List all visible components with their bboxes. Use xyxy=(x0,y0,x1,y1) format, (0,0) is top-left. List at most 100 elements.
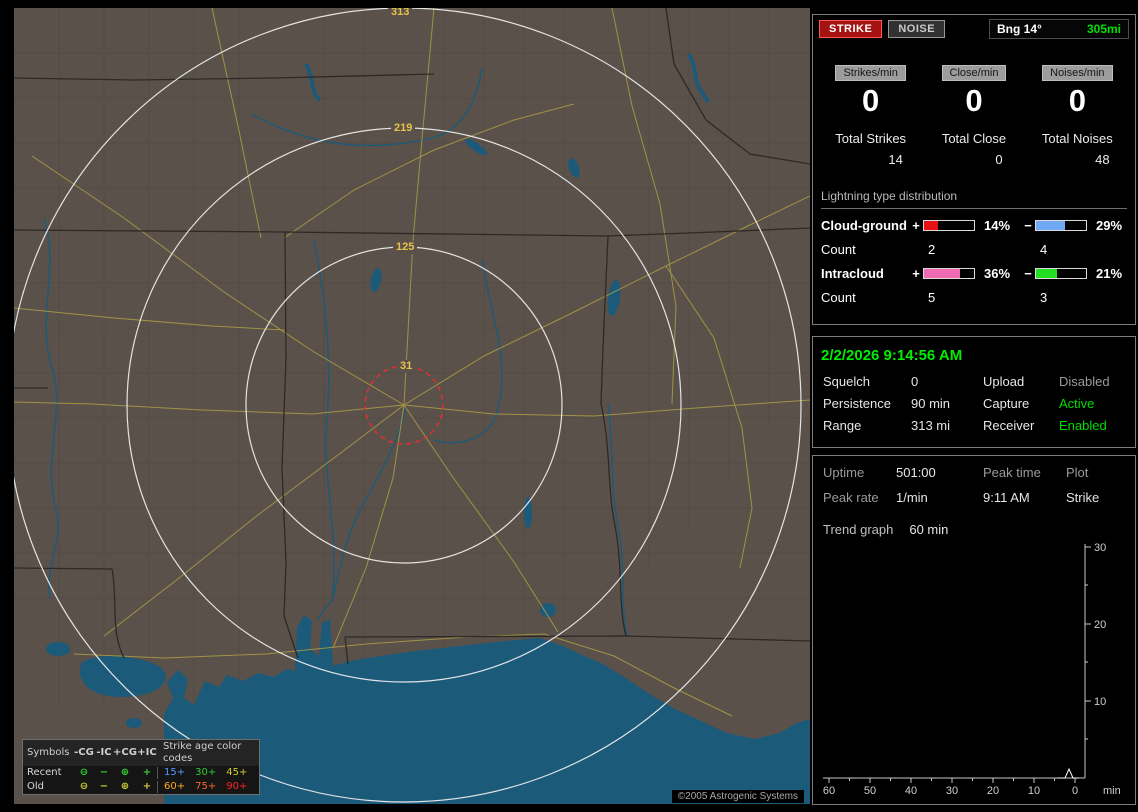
noises-per-min-value: 0 xyxy=(1068,83,1086,118)
age-60-label: 60+ xyxy=(164,781,186,792)
close-counter: Close/min 0 Total Close 0 xyxy=(922,63,1025,167)
noises-per-min-label: Noises/min xyxy=(1042,65,1113,81)
upload-label: Upload xyxy=(983,374,1025,389)
lightning-distribution-title: Lightning type distribution xyxy=(821,189,1127,209)
noise-button[interactable]: NOISE xyxy=(888,20,946,38)
counters: Strikes/min 0 Total Strikes 14 Close/min… xyxy=(819,63,1129,167)
bearing-distance: 305mi xyxy=(1086,22,1121,36)
mode-button-row: STRIKE NOISE Bng 14° 305mi xyxy=(819,19,1129,39)
strike-button[interactable]: STRIKE xyxy=(819,20,883,38)
range-ring-label-219: 219 xyxy=(391,122,416,135)
cloud-ground-positive-bar xyxy=(923,220,975,231)
age-15-label: 15+ xyxy=(164,767,186,778)
squelch-label: Squelch xyxy=(823,374,870,389)
noises-counter: Noises/min 0 Total Noises 48 xyxy=(1026,63,1129,167)
app-window: 313 219 125 31 Symbols -CG -IC +CG +IC S… xyxy=(0,0,1138,812)
range-ring-label-313: 313 xyxy=(388,8,413,19)
cloud-ground-row: Cloud-ground + 14% − 29% xyxy=(819,218,1129,233)
trend-x-tick-labels: 60 50 40 30 20 10 0 min xyxy=(823,785,1121,797)
y-tick-label: 10 xyxy=(1094,696,1106,708)
plus-sign: + xyxy=(912,218,920,233)
map-legend: Symbols -CG -IC +CG +IC Strike age color… xyxy=(22,739,260,795)
trend-graph-label: Trend graph xyxy=(823,522,894,537)
pos-ic-old-icon: + xyxy=(142,781,152,792)
trend-graph-window: 60 min xyxy=(909,522,949,537)
intracloud-row: Intracloud + 36% − 21% xyxy=(819,266,1129,281)
intracloud-label: Intracloud xyxy=(821,266,884,281)
count-label: Count xyxy=(821,242,856,257)
x-tick-label: 10 xyxy=(1028,785,1040,797)
total-noises-label: Total Noises xyxy=(1041,131,1113,146)
intracloud-count-row: Count 5 3 xyxy=(819,290,1129,305)
status-panel: 2/2/2026 9:14:56 AM Squelch 0 Upload Dis… xyxy=(812,336,1136,448)
total-strikes-value: 14 xyxy=(888,152,903,167)
legend-old-label: Old xyxy=(27,781,44,792)
total-strikes-label: Total Strikes xyxy=(835,131,907,146)
x-tick-label: 40 xyxy=(905,785,917,797)
cloud-ground-label: Cloud-ground xyxy=(821,218,907,233)
cloud-ground-negative-bar xyxy=(1035,220,1087,231)
stats-panel: STRIKE NOISE Bng 14° 305mi Strikes/min 0… xyxy=(812,14,1136,325)
status-grid: Squelch 0 Upload Disabled Persistence 90… xyxy=(813,374,1135,433)
uptime-value: 501:00 xyxy=(896,465,936,480)
side-panel: STRIKE NOISE Bng 14° 305mi Strikes/min 0… xyxy=(812,0,1136,812)
squelch-value: 0 xyxy=(911,374,919,389)
trend-panel: Uptime 501:00 Peak time Plot Peak rate 1… xyxy=(812,455,1136,805)
x-tick-label: 0 xyxy=(1072,785,1078,797)
legend-symbols-header: Symbols xyxy=(27,747,70,758)
cloud-ground-count-row: Count 2 4 xyxy=(819,242,1129,257)
peak-rate-value: 1/min xyxy=(896,490,928,505)
close-per-min-label: Close/min xyxy=(941,65,1007,81)
strikes-per-min-value: 0 xyxy=(862,83,880,118)
trend-graph-header: Trend graph 60 min xyxy=(813,505,1135,537)
peak-rate-label: Peak rate xyxy=(823,490,879,505)
pos-ic-recent-icon: + xyxy=(142,767,152,778)
neg-cg-old-icon: ⊖ xyxy=(79,781,89,792)
total-close-label: Total Close xyxy=(941,131,1007,146)
close-per-min-value: 0 xyxy=(965,83,983,118)
capture-status: Active xyxy=(1059,396,1095,411)
intracloud-negative-count: 3 xyxy=(1040,290,1048,305)
legend-recent-label: Recent xyxy=(27,767,62,778)
count-label: Count xyxy=(821,290,856,305)
neg-ic-recent-icon: − xyxy=(99,767,109,778)
peak-time-value: 9:11 AM xyxy=(983,490,1030,505)
age-30-label: 30+ xyxy=(195,767,217,778)
y-tick-label: 30 xyxy=(1094,542,1106,554)
plus-sign: + xyxy=(912,266,920,281)
persistence-label: Persistence xyxy=(823,396,891,411)
range-ring-label-31: 31 xyxy=(397,360,416,373)
upload-status: Disabled xyxy=(1059,374,1110,389)
intracloud-positive-count: 5 xyxy=(928,290,936,305)
range-label: Range xyxy=(823,418,862,433)
legend-old-row: Old ⊖ − ⊕ + 60+ 75+ 90+ xyxy=(23,780,259,794)
intracloud-negative-bar xyxy=(1035,268,1087,279)
legend-col-pos-ic: +IC xyxy=(137,747,157,758)
neg-ic-old-icon: − xyxy=(99,781,109,792)
range-value: 313 mi xyxy=(911,418,951,433)
age-90-label: 90+ xyxy=(226,781,248,792)
legend-col-neg-cg: -CG xyxy=(74,747,94,758)
pos-cg-old-icon: ⊕ xyxy=(120,781,130,792)
range-ring-label-125: 125 xyxy=(393,241,418,254)
uptime-label: Uptime xyxy=(823,465,865,480)
trend-series-strike xyxy=(1057,767,1079,779)
cloud-ground-negative-pct: 29% xyxy=(1096,218,1123,233)
minus-sign: − xyxy=(1024,266,1032,281)
strikes-per-min-label: Strikes/min xyxy=(835,65,906,81)
trend-axes xyxy=(823,544,1091,783)
cloud-ground-positive-pct: 14% xyxy=(984,218,1011,233)
cloud-ground-negative-count: 4 xyxy=(1040,242,1048,257)
y-tick-label: 20 xyxy=(1094,619,1106,631)
age-75-label: 75+ xyxy=(195,781,217,792)
peak-time-label: Peak time xyxy=(983,465,1041,480)
legend-col-pos-cg: +CG xyxy=(113,747,137,758)
trend-y-tick-labels: 30 20 10 xyxy=(1094,542,1106,708)
bearing-display: Bng 14° 305mi xyxy=(989,19,1129,39)
capture-label: Capture xyxy=(983,396,1030,411)
pos-cg-recent-icon: ⊕ xyxy=(120,767,130,778)
intracloud-positive-bar xyxy=(923,268,975,279)
trend-info-grid: Uptime 501:00 Peak time Plot Peak rate 1… xyxy=(813,456,1135,505)
intracloud-negative-pct: 21% xyxy=(1096,266,1123,281)
map-view[interactable]: 313 219 125 31 Symbols -CG -IC +CG +IC S… xyxy=(14,8,810,804)
